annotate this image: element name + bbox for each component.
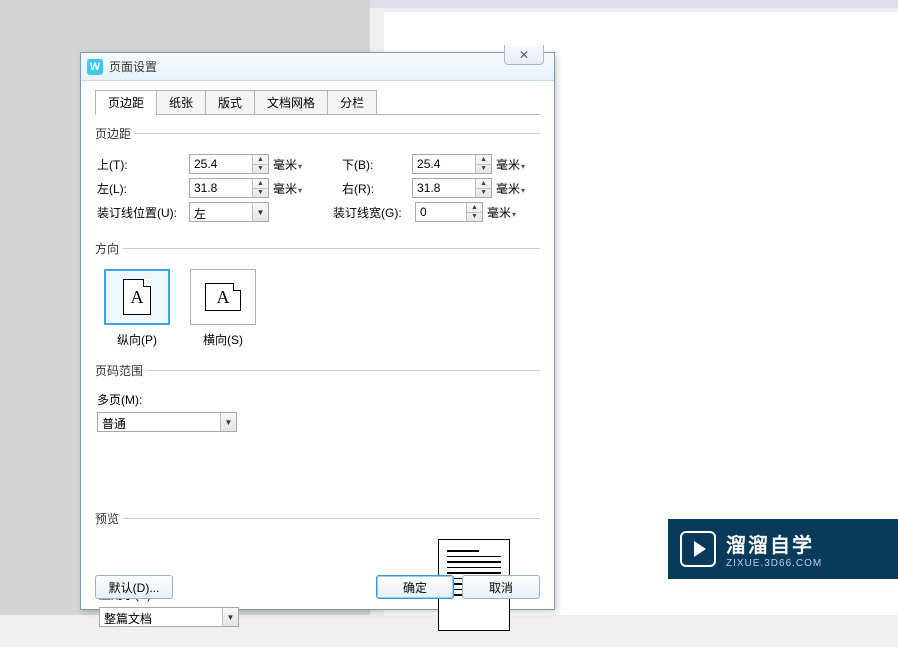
margins-legend: 页边距 — [95, 125, 135, 142]
gutter-width-arrows[interactable]: ▲▼ — [466, 203, 482, 221]
left-label: 左(L): — [97, 180, 189, 197]
gutter-width-spinner[interactable]: ▲▼ — [415, 202, 483, 222]
preview-group: 预览 应用于(Y): 整篇文档 ▼ — [95, 510, 540, 635]
app-icon: W — [87, 59, 103, 75]
landscape-icon: A — [205, 283, 241, 311]
close-icon: ✕ — [519, 48, 529, 62]
orientation-portrait[interactable]: A 纵向(P) — [101, 269, 173, 348]
page-setup-dialog: W 页面设置 ✕ 页边距 纸张 版式 文档网格 分栏 页边距 上(T): ▲▼ … — [80, 52, 555, 610]
watermark-title: 溜溜自学 — [726, 529, 822, 558]
left-unit[interactable]: 毫米 — [273, 180, 302, 197]
top-unit[interactable]: 毫米 — [273, 156, 302, 173]
margins-row-2: 左(L): ▲▼ 毫米 右(R): ▲▼ 毫米 — [97, 178, 538, 198]
watermark-url: ZIXUE.3D66.COM — [726, 558, 822, 569]
page-range-legend: 页码范围 — [95, 362, 147, 379]
multi-page-label: 多页(M): — [97, 391, 142, 408]
gutter-row: 装订线位置(U): 左 ▼ 装订线宽(G): ▲▼ 毫米 — [97, 202, 538, 222]
gutter-pos-value: 左 — [190, 203, 252, 221]
chevron-down-icon: ▼ — [220, 413, 236, 431]
portrait-label: 纵向(P) — [117, 331, 157, 348]
bottom-spinner-arrows[interactable]: ▲▼ — [475, 155, 491, 173]
orientation-landscape[interactable]: A 横向(S) — [187, 269, 259, 348]
apply-to-value: 整篇文档 — [100, 608, 222, 626]
gutter-width-input[interactable] — [416, 203, 466, 221]
margins-group: 页边距 上(T): ▲▼ 毫米 下(B): ▲▼ 毫米 左(L): — [95, 125, 540, 230]
watermark-badge: 溜溜自学 ZIXUE.3D66.COM — [668, 519, 898, 579]
default-button[interactable]: 默认(D)... — [95, 575, 173, 599]
top-spinner[interactable]: ▲▼ — [189, 154, 269, 174]
tab-margins[interactable]: 页边距 — [95, 90, 157, 115]
top-label: 上(T): — [97, 156, 189, 173]
ok-button[interactable]: 确定 — [376, 575, 454, 599]
right-unit[interactable]: 毫米 — [496, 180, 525, 197]
right-input[interactable] — [413, 179, 475, 197]
right-label: 右(R): — [342, 180, 412, 197]
dialog-footer: 默认(D)... 确定 取消 — [95, 575, 540, 599]
tab-docgrid[interactable]: 文档网格 — [254, 90, 328, 115]
page-range-group: 页码范围 多页(M): 普通 ▼ — [95, 362, 540, 500]
orientation-group: 方向 A 纵向(P) A 横向(S) — [95, 240, 540, 352]
left-input[interactable] — [190, 179, 252, 197]
play-icon — [680, 531, 716, 567]
right-spinner[interactable]: ▲▼ — [412, 178, 492, 198]
left-spinner-arrows[interactable]: ▲▼ — [252, 179, 268, 197]
chevron-down-icon: ▼ — [252, 203, 268, 221]
cancel-button[interactable]: 取消 — [462, 575, 540, 599]
tab-layout[interactable]: 版式 — [205, 90, 255, 115]
gutter-width-label: 装订线宽(G): — [333, 204, 415, 221]
top-input[interactable] — [190, 155, 252, 173]
dialog-body: 页边距 纸张 版式 文档网格 分栏 页边距 上(T): ▲▼ 毫米 下(B): … — [81, 81, 554, 647]
chevron-down-icon: ▼ — [222, 608, 238, 626]
multi-page-value: 普通 — [98, 413, 220, 431]
multi-page-combo[interactable]: 普通 ▼ — [97, 412, 237, 432]
top-spinner-arrows[interactable]: ▲▼ — [252, 155, 268, 173]
bottom-unit[interactable]: 毫米 — [496, 156, 525, 173]
dialog-title: 页面设置 — [109, 58, 157, 75]
tab-columns[interactable]: 分栏 — [327, 90, 377, 115]
close-button[interactable]: ✕ — [504, 45, 544, 65]
bottom-spinner[interactable]: ▲▼ — [412, 154, 492, 174]
tab-strip: 页边距 纸张 版式 文档网格 分栏 — [95, 89, 540, 115]
gutter-pos-label: 装订线位置(U): — [97, 204, 189, 221]
orientation-legend: 方向 — [95, 240, 123, 257]
right-spinner-arrows[interactable]: ▲▼ — [475, 179, 491, 197]
bottom-label: 下(B): — [342, 156, 412, 173]
dialog-titlebar: W 页面设置 ✕ — [81, 53, 554, 81]
gutter-pos-combo[interactable]: 左 ▼ — [189, 202, 269, 222]
landscape-label: 横向(S) — [203, 331, 243, 348]
margins-row-1: 上(T): ▲▼ 毫米 下(B): ▲▼ 毫米 — [97, 154, 538, 174]
apply-to-combo[interactable]: 整篇文档 ▼ — [99, 607, 239, 627]
portrait-icon: A — [123, 279, 151, 315]
tab-paper[interactable]: 纸张 — [156, 90, 206, 115]
gutter-width-unit[interactable]: 毫米 — [487, 204, 516, 221]
left-spinner[interactable]: ▲▼ — [189, 178, 269, 198]
preview-legend: 预览 — [95, 510, 123, 527]
bottom-input[interactable] — [413, 155, 475, 173]
